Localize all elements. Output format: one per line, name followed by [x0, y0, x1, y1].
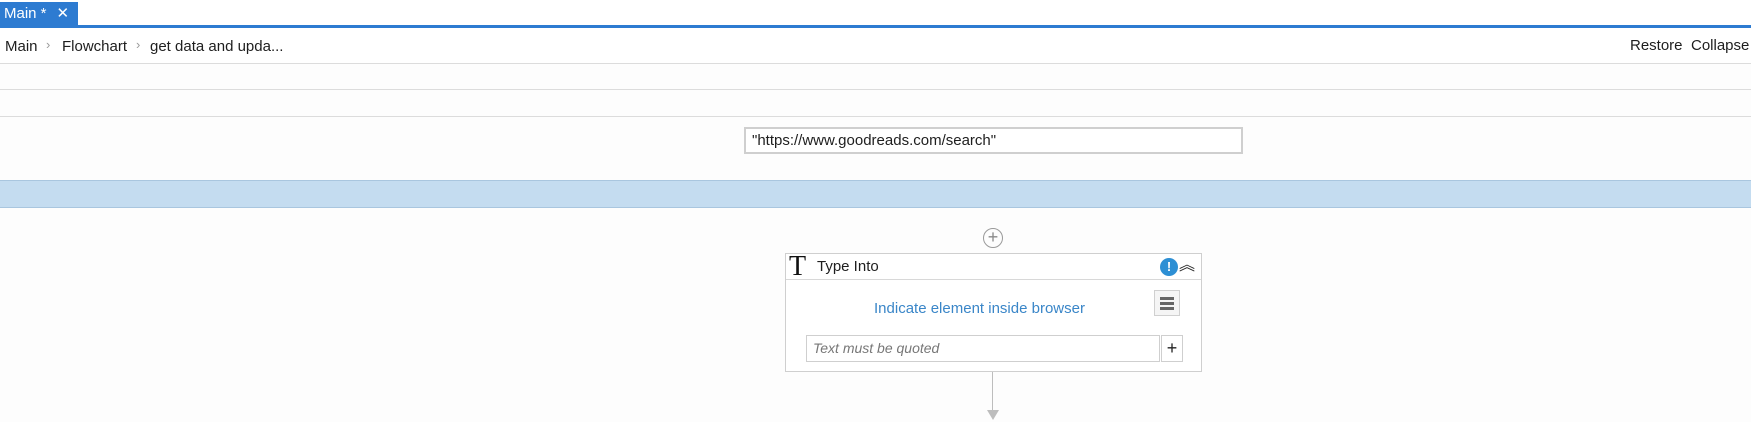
- text-field[interactable]: Text must be quoted: [806, 335, 1160, 362]
- breadcrumb-sequence[interactable]: get data and upda...: [150, 38, 283, 55]
- tab-main[interactable]: Main * ✕: [0, 2, 78, 25]
- breadcrumb-main[interactable]: Main: [5, 38, 38, 55]
- restore-button[interactable]: Restore: [1630, 37, 1683, 54]
- designer-toolbar: Main › Flowchart › get data and upda... …: [0, 28, 1751, 64]
- close-icon[interactable]: ✕: [57, 6, 70, 21]
- chevron-right-icon: ›: [136, 37, 141, 52]
- document-tab-strip: Main * ✕: [0, 0, 1751, 28]
- collapse-activity-icon[interactable]: ︽: [1179, 256, 1195, 276]
- type-into-activity[interactable]: T Type Into ! ︽ Indicate element inside …: [785, 253, 1202, 372]
- chevron-right-icon: ›: [46, 37, 51, 52]
- connector-line: [992, 372, 993, 414]
- indicate-element-link[interactable]: Indicate element inside browser: [786, 300, 1173, 317]
- variables-row: [0, 64, 1751, 90]
- activity-title: Type Into: [817, 258, 879, 275]
- add-activity-icon[interactable]: +: [983, 228, 1003, 248]
- breadcrumb-flowchart[interactable]: Flowchart: [62, 38, 127, 55]
- url-field[interactable]: "https://www.goodreads.com/search": [744, 127, 1243, 154]
- collapse-button[interactable]: Collapse: [1691, 37, 1749, 54]
- arguments-row: [0, 90, 1751, 117]
- arrow-down-icon: [987, 410, 999, 420]
- activity-header[interactable]: T Type Into ! ︽: [786, 251, 1201, 282]
- options-menu-icon[interactable]: [1154, 290, 1180, 316]
- type-into-icon: T: [789, 251, 807, 282]
- tab-main-label: Main *: [4, 5, 47, 22]
- warning-icon[interactable]: !: [1160, 258, 1178, 276]
- selected-activity-band[interactable]: [0, 180, 1751, 208]
- plus-icon[interactable]: +: [1161, 335, 1183, 362]
